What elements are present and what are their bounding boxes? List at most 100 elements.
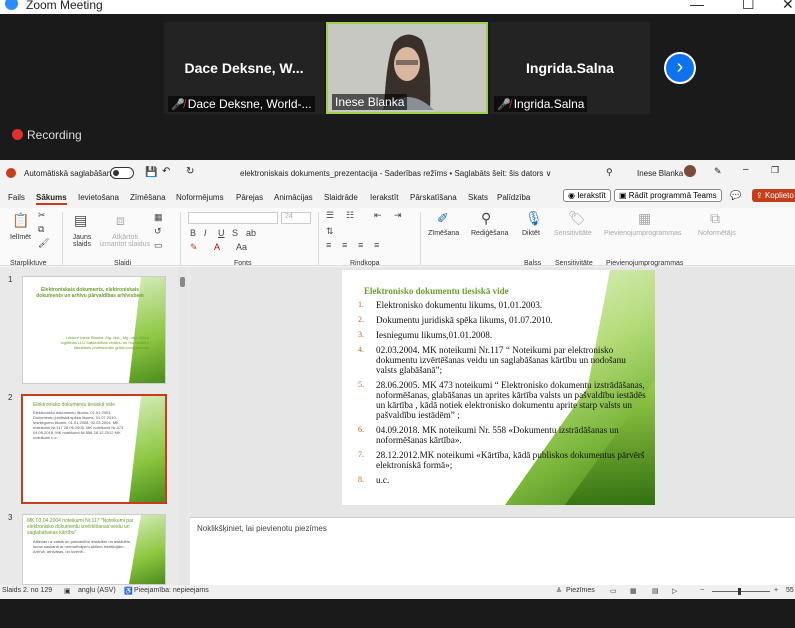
- notes-placeholder[interactable]: Noklikšķiniet, lai pievienotu piezīmes: [197, 524, 327, 533]
- accessibility-label[interactable]: Pieejamība: nepieejams: [134, 587, 209, 594]
- slide-thumbnail-selected[interactable]: Elektronisko dokumentu tiesiskā vide Ele…: [21, 394, 167, 504]
- indent-icon[interactable]: ⇤: [374, 210, 382, 221]
- thumbnails-scrollbar[interactable]: [178, 267, 187, 585]
- reading-view-icon[interactable]: ▤: [652, 587, 659, 595]
- group-slides: Slaidi: [114, 260, 132, 267]
- tab-design[interactable]: Noformējums: [176, 193, 224, 202]
- reset-icon[interactable]: ↺: [154, 226, 162, 237]
- tab-transitions[interactable]: Pārejas: [236, 193, 263, 202]
- italic-icon[interactable]: I: [204, 228, 207, 238]
- tab-insert[interactable]: Ievietošana: [78, 193, 119, 202]
- zoom-slider[interactable]: [712, 591, 770, 592]
- notes-button[interactable]: Piezīmes: [566, 587, 595, 594]
- tab-help[interactable]: Palīdzība: [497, 193, 530, 202]
- paste-icon[interactable]: 📋: [12, 212, 29, 229]
- current-slide[interactable]: Elektronisko dokumentu tiesiskā vide 1. E…: [342, 270, 655, 505]
- font-size-select[interactable]: 24: [281, 212, 311, 224]
- notes-pane[interactable]: Noklikšķiniet, lai pievienotu piezīmes: [190, 517, 795, 585]
- slide-thumbnail[interactable]: Elektroniskais dokuments, elektroniskais…: [22, 276, 166, 384]
- tab-review[interactable]: Pārskatīšana: [410, 193, 457, 202]
- close-icon[interactable]: ✕: [782, 0, 794, 13]
- list-item: 7. 28.12.2012.MK noteikumi «Kārtība, kādā…: [356, 450, 646, 470]
- undo-icon[interactable]: ↶: [162, 166, 170, 177]
- pen-icon[interactable]: ✎: [714, 166, 722, 177]
- slide-thumbnail[interactable]: MK 03.04.2004 noteikumi Nr.117 "Noteikum…: [22, 514, 166, 585]
- new-slide-icon[interactable]: ▤: [74, 212, 87, 229]
- participant-tile[interactable]: Ingrida.Salna 🎤̸ Ingrida.Salna: [490, 22, 650, 114]
- save-icon[interactable]: 💾: [145, 167, 157, 178]
- new-slide-label[interactable]: Jauns slaids: [68, 234, 96, 248]
- strikethrough-icon[interactable]: ab: [246, 228, 256, 238]
- zoom-out-icon[interactable]: −: [700, 587, 704, 594]
- zoom-slider-thumb[interactable]: [738, 588, 741, 595]
- minimize-icon[interactable]: —: [690, 0, 704, 12]
- editing-label[interactable]: Rediģēšana: [471, 230, 508, 237]
- comment-icon[interactable]: 💬: [730, 190, 741, 201]
- search-icon[interactable]: ⚲: [481, 210, 491, 227]
- slide-canvas: Elektronisko dokumentu tiesiskā vide 1. E…: [190, 267, 795, 517]
- teams-button[interactable]: ▣ Rādīt programmā Teams: [614, 189, 722, 202]
- underline-icon[interactable]: U: [218, 228, 225, 238]
- numbering-icon[interactable]: ☷: [346, 210, 354, 221]
- char-spacing-icon[interactable]: Aa: [236, 242, 247, 252]
- dictate-label[interactable]: Diktēt: [522, 230, 540, 237]
- participant-tile[interactable]: Dace Deksne, W... 🎤̸ Dace Deksne, World-.…: [164, 22, 324, 114]
- layout-icon[interactable]: ▦: [154, 212, 163, 223]
- section-icon[interactable]: ▭: [154, 240, 163, 251]
- list-number: 7.: [358, 450, 364, 459]
- zoom-in-icon[interactable]: +: [774, 587, 778, 594]
- slide-sorter-icon[interactable]: ▦: [630, 587, 637, 595]
- tab-file[interactable]: Fails: [8, 193, 25, 202]
- next-page-button[interactable]: ›: [664, 52, 696, 84]
- language-label[interactable]: angļu (ASV): [78, 587, 116, 594]
- microphone-icon[interactable]: 🎙: [525, 210, 543, 227]
- tab-home[interactable]: Sākums: [36, 193, 67, 205]
- draw-icon[interactable]: ✐: [437, 210, 449, 227]
- notes-icon[interactable]: ≜: [556, 587, 562, 595]
- justify-icon[interactable]: ≡: [374, 240, 379, 250]
- format-painter-icon[interactable]: 🖌: [38, 238, 49, 249]
- spellcheck-icon[interactable]: ▣: [64, 587, 71, 595]
- user-name[interactable]: Inese Blanka: [637, 169, 683, 178]
- tab-slideshow[interactable]: Slaidrāde: [324, 193, 358, 202]
- text-direction-icon[interactable]: ⇅: [326, 226, 334, 237]
- accessibility-icon[interactable]: ♿: [124, 587, 133, 595]
- font-family-select[interactable]: [188, 212, 278, 224]
- cut-icon[interactable]: ✂: [38, 210, 46, 221]
- participant-video-tile[interactable]: Inese Blanka: [326, 22, 488, 114]
- align-center-icon[interactable]: ≡: [342, 240, 347, 250]
- minimize-icon[interactable]: –: [743, 164, 749, 175]
- copy-icon[interactable]: ⧉: [38, 224, 44, 235]
- tab-draw[interactable]: Zīmēšana: [130, 193, 166, 202]
- avatar[interactable]: [684, 165, 696, 177]
- autosave-toggle[interactable]: [110, 167, 134, 179]
- participant-big-name: Ingrida.Salna: [526, 60, 614, 76]
- line-spacing-icon[interactable]: ⇥: [394, 210, 402, 221]
- search-icon[interactable]: ⚲: [606, 167, 613, 178]
- zoom-level[interactable]: 55: [786, 587, 794, 594]
- bold-icon[interactable]: B: [190, 228, 196, 238]
- align-right-icon[interactable]: ≡: [358, 240, 363, 250]
- slide-list[interactable]: 1. Elektronisko dokumentu likums, 01.01.2…: [356, 300, 646, 490]
- font-color-icon[interactable]: A: [214, 242, 220, 252]
- tab-animations[interactable]: Animācijas: [274, 193, 313, 202]
- slide-title[interactable]: Elektronisko dokumentu tiesiskā vide: [364, 286, 509, 296]
- share-button[interactable]: ⇪ Koplieto: [752, 189, 795, 202]
- document-title[interactable]: elektroniskais dokuments_prezentacija - …: [240, 169, 551, 178]
- tab-view[interactable]: Skats: [468, 193, 488, 202]
- paste-label[interactable]: Ielīmēt: [10, 234, 31, 241]
- draw-label[interactable]: Zīmēšana: [428, 230, 459, 237]
- tab-record[interactable]: Ierakstīt: [370, 193, 398, 202]
- normal-view-icon[interactable]: ▭: [610, 587, 617, 595]
- highlight-icon[interactable]: ✎: [190, 242, 198, 253]
- shadow-icon[interactable]: S: [232, 228, 238, 238]
- scrollbar-thumb[interactable]: [180, 277, 185, 287]
- slideshow-icon[interactable]: ▷: [672, 587, 677, 595]
- record-button[interactable]: ◉ Ierakstīt: [563, 189, 611, 202]
- recording-indicator[interactable]: Recording: [12, 128, 82, 142]
- bullets-icon[interactable]: ☰: [326, 210, 334, 221]
- maximize-icon[interactable]: ☐: [742, 0, 755, 13]
- align-left-icon[interactable]: ≡: [326, 240, 331, 250]
- restore-icon[interactable]: ❐: [771, 165, 779, 176]
- redo-icon[interactable]: ↻: [186, 166, 194, 177]
